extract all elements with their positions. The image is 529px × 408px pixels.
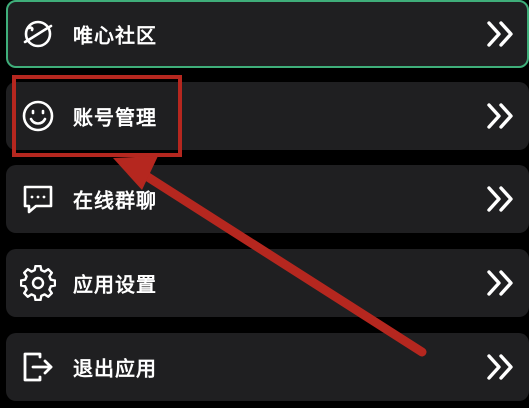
menu-item-label: 账号管理 [73,105,157,130]
double-chevron-right-icon [487,21,513,47]
gear-icon [20,265,56,301]
chat-bubble-icon [23,185,53,214]
menu-item-group-chat[interactable]: 在线群聊 [6,165,529,233]
double-chevron-right-icon [487,270,513,296]
exit-icon [23,352,53,382]
menu-item-label: 唯心社区 [73,23,157,48]
menu-item-exit[interactable]: 退出应用 [6,333,529,401]
menu-item-label: 退出应用 [73,356,157,381]
smiley-icon [22,100,54,132]
menu-item-label: 应用设置 [73,272,157,297]
menu-item-label: 在线群聊 [73,188,157,213]
menu-item-community[interactable]: 唯心社区 [6,0,529,68]
planet-icon [23,20,53,48]
double-chevron-right-icon [487,354,513,380]
double-chevron-right-icon [487,103,513,129]
menu-item-account[interactable]: 账号管理 [6,82,529,150]
menu-item-settings[interactable]: 应用设置 [6,249,529,317]
double-chevron-right-icon [487,186,513,212]
